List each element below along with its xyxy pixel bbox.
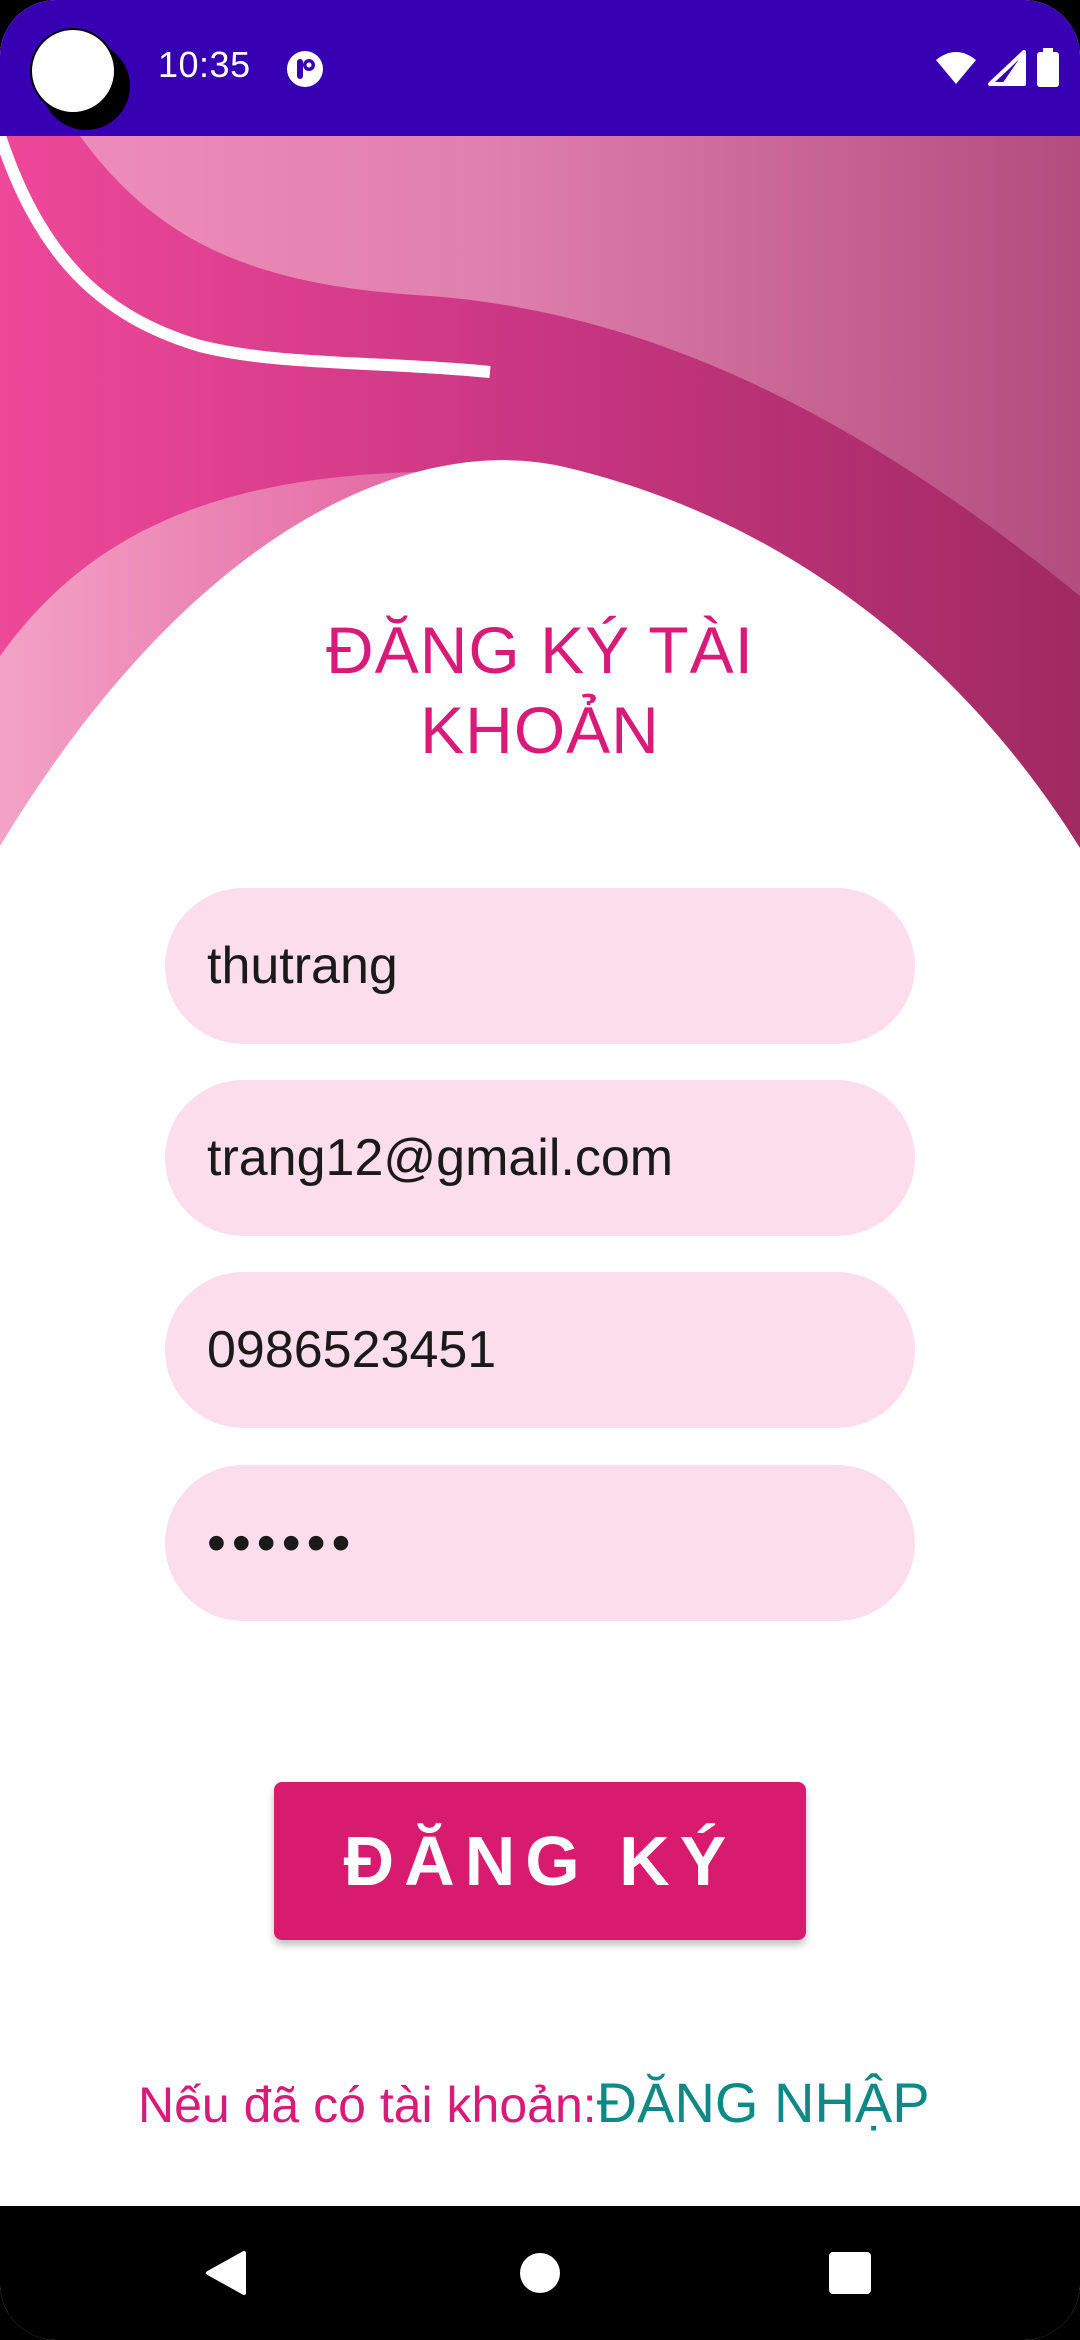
username-input[interactable] bbox=[207, 936, 847, 996]
password-input[interactable] bbox=[207, 1512, 847, 1574]
phone-input[interactable] bbox=[207, 1320, 847, 1380]
register-button[interactable]: ĐĂNG KÝ bbox=[274, 1782, 806, 1940]
login-prompt-text: Nếu đã có tài khoản: bbox=[138, 2077, 597, 2133]
home-icon bbox=[520, 2253, 560, 2293]
status-icons bbox=[934, 46, 1060, 90]
phone-field[interactable] bbox=[165, 1272, 915, 1428]
recents-icon bbox=[829, 2252, 871, 2294]
username-field[interactable] bbox=[165, 888, 915, 1044]
status-time: 10:35 bbox=[158, 44, 251, 85]
battery-icon bbox=[1037, 48, 1059, 87]
back-button[interactable] bbox=[156, 2206, 296, 2340]
status-bar: 10:35 bbox=[0, 0, 1080, 136]
login-link[interactable]: ĐĂNG NHẬP bbox=[597, 2070, 930, 2135]
navigation-bar bbox=[0, 2206, 1080, 2340]
signal-icon bbox=[988, 50, 1026, 86]
home-button[interactable] bbox=[470, 2206, 610, 2340]
app-screen: 10:35 ĐĂNG KÝ TÀI KHOẢN thutrang trang12… bbox=[0, 0, 1080, 2340]
email-field[interactable] bbox=[165, 1080, 915, 1236]
login-prompt-row: Nếu đã có tài khoản: ĐĂNG NHẬP bbox=[138, 2070, 958, 2140]
recents-button[interactable] bbox=[780, 2206, 920, 2340]
password-field[interactable] bbox=[165, 1465, 915, 1621]
page-title: ĐĂNG KÝ TÀI KHOẢN bbox=[326, 613, 754, 767]
app-notification-icon bbox=[287, 51, 323, 87]
wifi-icon bbox=[936, 52, 976, 84]
back-icon bbox=[206, 2251, 246, 2295]
email-input[interactable] bbox=[207, 1128, 847, 1188]
camera-cutout bbox=[30, 28, 130, 130]
